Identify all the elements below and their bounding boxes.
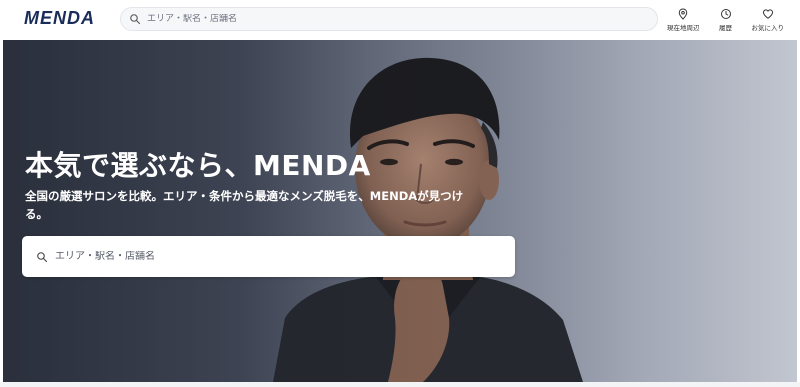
hero-subtitle: 全国の厳選サロンを比較。エリア・条件から最適なメンズ脱毛を、MENDAが見つける… — [25, 189, 464, 221]
hero-search-bar[interactable] — [22, 236, 515, 277]
heart-icon — [762, 9, 773, 19]
header-search-input[interactable] — [147, 14, 627, 24]
history-button[interactable]: 履歴 — [712, 8, 740, 32]
hero-section: 本気で選ぶなら、MENDA 全国の厳選サロンを比較。エリア・条件から最適なメンズ… — [3, 40, 797, 382]
search-icon — [130, 14, 141, 25]
page: MENDA 現在地周辺 履歴 — [0, 0, 800, 387]
nearby-button[interactable]: 現在地周辺 — [667, 8, 700, 32]
hero-search-input[interactable] — [55, 251, 495, 262]
nearby-label: 現在地周辺 — [667, 24, 700, 32]
favorites-button[interactable]: お気に入り — [751, 8, 785, 32]
site-header: MENDA 現在地周辺 履歴 — [0, 0, 800, 40]
logo[interactable]: MENDA — [24, 8, 95, 29]
header-search-bar[interactable] — [120, 7, 658, 31]
hero-title: 本気で選ぶなら、MENDA — [25, 149, 371, 182]
favorites-label: お気に入り — [751, 24, 785, 32]
header-actions: 現在地周辺 履歴 お気に入り — [667, 8, 784, 32]
page-divider — [0, 382, 800, 387]
clock-icon — [720, 9, 731, 19]
location-pin-icon — [678, 8, 688, 20]
history-label: 履歴 — [719, 24, 732, 32]
search-icon — [37, 251, 48, 262]
